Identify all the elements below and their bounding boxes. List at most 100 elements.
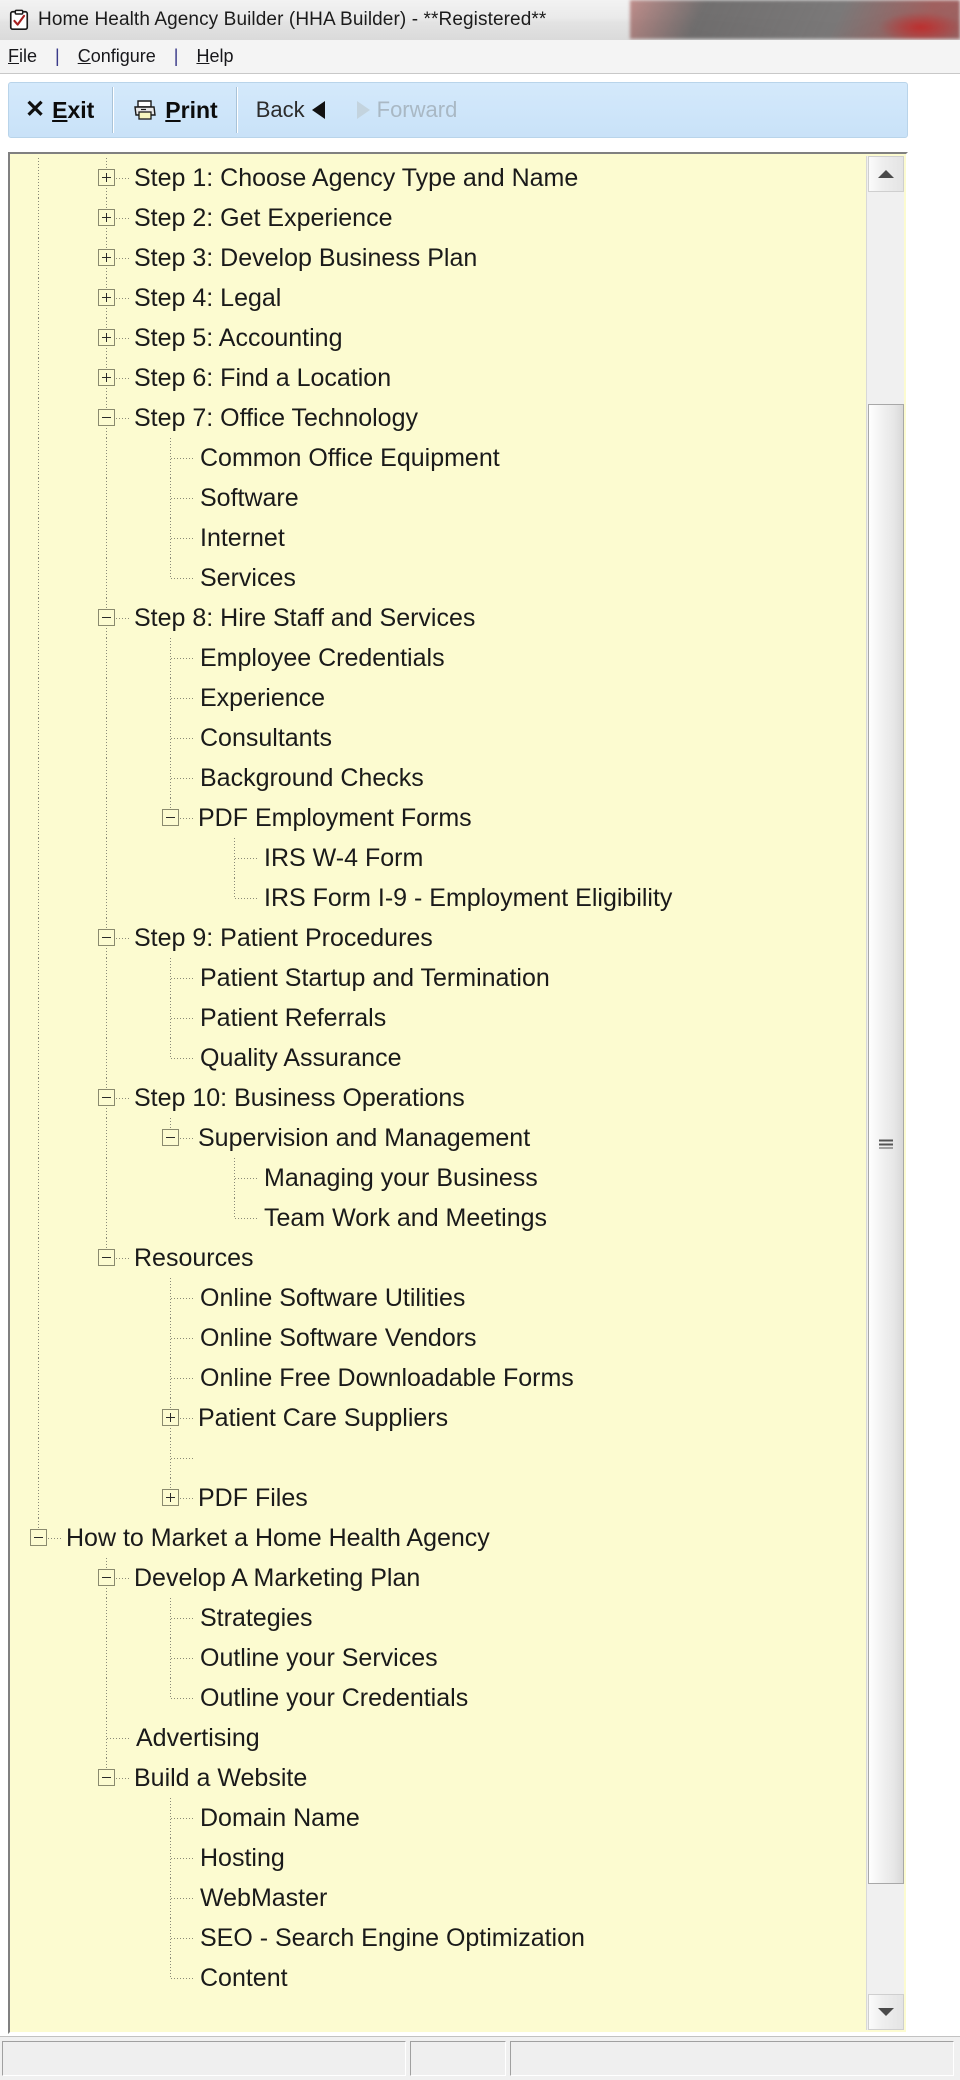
tree-expand-icon[interactable] <box>98 209 115 226</box>
tree-item[interactable]: IRS W-4 Form <box>10 838 868 878</box>
print-button[interactable]: Print <box>116 83 233 137</box>
tree-item[interactable]: Patient Care Suppliers <box>10 1398 868 1438</box>
tree-item[interactable]: Develop A Marketing Plan <box>10 1558 868 1598</box>
scrollbar-thumb[interactable] <box>868 404 904 1884</box>
tree-item[interactable]: Online Free Downloadable Forms <box>10 1358 868 1398</box>
tree-item[interactable]: Consultants <box>10 718 868 758</box>
tree-collapse-icon[interactable] <box>30 1529 47 1546</box>
tree-item[interactable]: Software <box>10 478 868 518</box>
tree-item[interactable]: Online Software Vendors <box>10 1318 868 1358</box>
tree-connector-line <box>38 718 39 758</box>
tree-item[interactable]: Step 8: Hire Staff and Services <box>10 598 868 638</box>
tree-item[interactable]: Resources <box>10 1238 868 1278</box>
tree-item[interactable]: Services <box>10 558 868 598</box>
tree-item[interactable]: Outline your Credentials <box>10 1678 868 1718</box>
tree-connector-line <box>38 758 39 798</box>
tree-item[interactable]: Step 6: Find a Location <box>10 358 868 398</box>
tree-connector-elbow <box>171 1378 195 1379</box>
tree-item-label: Common Office Equipment <box>200 443 500 472</box>
tree-expand-icon[interactable] <box>162 1409 179 1426</box>
tree-connector-line <box>38 918 39 958</box>
tree-item[interactable]: Common Office Equipment <box>10 438 868 478</box>
tree-item[interactable]: SEO - Search Engine Optimization <box>10 1918 868 1958</box>
tree-item[interactable]: Build a Website <box>10 1758 868 1798</box>
forward-button[interactable]: Forward <box>341 83 474 137</box>
tree-item[interactable]: Step 10: Business Operations <box>10 1078 868 1118</box>
tree-connector-line <box>38 1398 39 1438</box>
tree-item[interactable]: Content <box>10 1958 868 1998</box>
tree-connector-line <box>38 1318 39 1358</box>
tree-item[interactable]: Step 1: Choose Agency Type and Name <box>10 158 868 198</box>
tree-collapse-icon[interactable] <box>98 1089 115 1106</box>
tree-connector-line <box>38 838 39 878</box>
tree-item[interactable]: Step 4: Legal <box>10 278 868 318</box>
tree-expand-icon[interactable] <box>98 169 115 186</box>
tree-expand-icon[interactable] <box>162 1489 179 1506</box>
menu-item-configure[interactable]: Configure <box>70 44 164 69</box>
tree-connector-line <box>106 438 107 478</box>
clipboard-check-icon <box>9 9 29 30</box>
menu-file-accel: F <box>8 46 19 66</box>
tree-collapse-icon[interactable] <box>98 609 115 626</box>
menu-item-file[interactable]: File <box>0 44 45 69</box>
tree-item[interactable]: Step 9: Patient Procedures <box>10 918 868 958</box>
tree-item[interactable]: Step 7: Office Technology <box>10 398 868 438</box>
tree-item[interactable]: Step 2: Get Experience <box>10 198 868 238</box>
scrollbar-up-button[interactable] <box>868 156 904 192</box>
tree-item[interactable]: Hosting <box>10 1838 868 1878</box>
tree-connector-line <box>38 878 39 918</box>
tree-collapse-icon[interactable] <box>98 1769 115 1786</box>
menu-item-help[interactable]: Help <box>188 44 241 69</box>
tree-item[interactable]: Internet <box>10 518 868 558</box>
tree-collapse-icon[interactable] <box>162 1129 179 1146</box>
tree-connector-elbow <box>171 978 195 979</box>
tree-connector-line <box>38 958 39 998</box>
tree-item[interactable]: PDF Files <box>10 1478 868 1518</box>
tree-connector-elbow <box>116 178 130 179</box>
tree-item[interactable]: Patient Referrals <box>10 998 868 1038</box>
tree-item[interactable]: Domain Name <box>10 1798 868 1838</box>
exit-button[interactable]: ✕ Exit <box>9 83 110 137</box>
tree-item[interactable]: Quality Assurance <box>10 1038 868 1078</box>
tree-connector-line <box>234 878 235 898</box>
scrollbar-down-button[interactable] <box>868 1994 904 2030</box>
tree-item[interactable]: Patient Startup and Termination <box>10 958 868 998</box>
tree-item[interactable]: Step 3: Develop Business Plan <box>10 238 868 278</box>
tree-expand-icon[interactable] <box>98 289 115 306</box>
tree-item[interactable]: Step 5: Accounting <box>10 318 868 358</box>
tree-connector-elbow <box>116 1778 130 1779</box>
tree-connector-line <box>38 398 39 438</box>
menu-help-accel: H <box>196 46 210 66</box>
tree-expand-icon[interactable] <box>98 329 115 346</box>
tree-item[interactable]: Employee Credentials <box>10 638 868 678</box>
vertical-scrollbar[interactable] <box>866 156 904 2030</box>
tree-item[interactable]: Strategies <box>10 1598 868 1638</box>
tree-item[interactable]: PDF Employment Forms <box>10 798 868 838</box>
tree-connector-elbow <box>171 1458 193 1459</box>
status-bar <box>0 2036 960 2080</box>
tree-item[interactable]: Background Checks <box>10 758 868 798</box>
tree-item-label: Team Work and Meetings <box>264 1203 547 1232</box>
tree-item[interactable]: Supervision and Management <box>10 1118 868 1158</box>
back-button[interactable]: Back <box>240 83 341 137</box>
tree-connector-line <box>38 1158 39 1198</box>
tree-item[interactable]: IRS Form I-9 - Employment Eligibility <box>10 878 868 918</box>
tree-item[interactable]: WebMaster <box>10 1878 868 1918</box>
tree-collapse-icon[interactable] <box>98 1569 115 1586</box>
tree-collapse-icon[interactable] <box>98 409 115 426</box>
tree-item[interactable]: Experience <box>10 678 868 718</box>
tree-item[interactable]: Team Work and Meetings <box>10 1198 868 1238</box>
tree-expand-icon[interactable] <box>98 249 115 266</box>
tree-connector-elbow <box>48 1538 62 1539</box>
tree-collapse-icon[interactable] <box>98 1249 115 1266</box>
tree-connector-line <box>38 1198 39 1238</box>
tree-collapse-icon[interactable] <box>98 929 115 946</box>
tree-expand-icon[interactable] <box>98 369 115 386</box>
tree-item[interactable]: Advertising <box>10 1718 868 1758</box>
tree-item[interactable]: Outline your Services <box>10 1638 868 1678</box>
tree-connector-line <box>38 438 39 478</box>
tree-item[interactable]: Managing your Business <box>10 1158 868 1198</box>
tree-collapse-icon[interactable] <box>162 809 179 826</box>
tree-item[interactable]: How to Market a Home Health Agency <box>10 1518 868 1558</box>
tree-item[interactable]: Online Software Utilities <box>10 1278 868 1318</box>
